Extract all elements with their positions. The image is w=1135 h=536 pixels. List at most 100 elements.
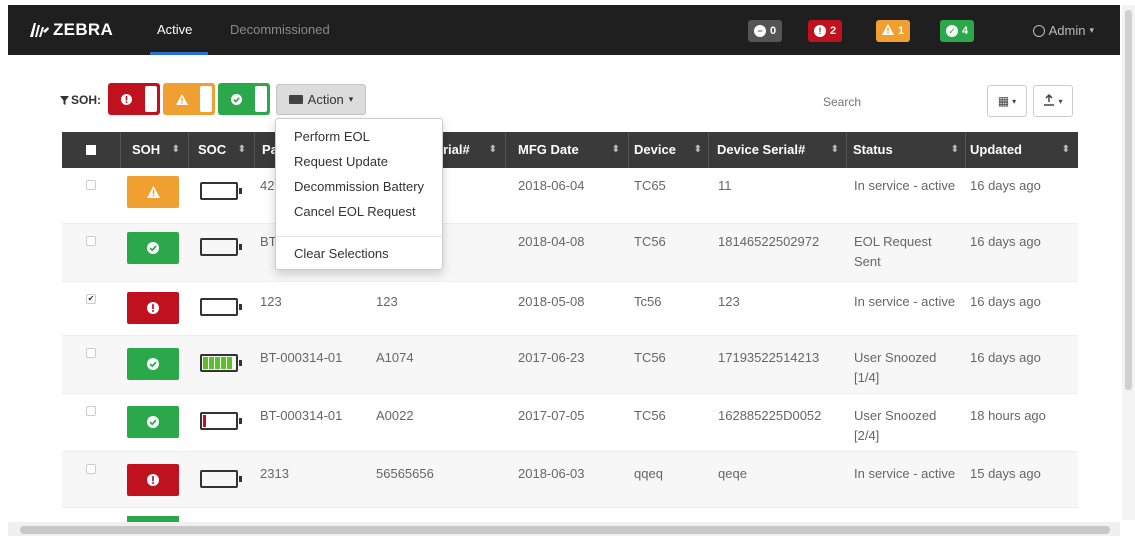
brand-logo[interactable]: ZEBRA [28,20,113,40]
badge-unknown[interactable]: − 0 [748,20,783,42]
updated: 18 hours ago [970,408,1046,423]
header-serial[interactable]: rial# ⬍ [443,132,505,168]
row-checkbox-checked[interactable]: ✔ [86,294,96,304]
header-soc[interactable]: SOC ⬍ [198,132,254,168]
check-circle-icon: ✓ [946,25,958,37]
battery-serial: A0022 [376,408,414,423]
header-device[interactable]: Device ⬍ [634,132,710,168]
device: qqeq [634,466,663,481]
battery-segment [215,357,220,369]
badge-count: 1 [898,25,905,37]
active-tab-indicator [150,52,208,55]
scrollbar-thumb[interactable] [1125,10,1132,390]
table-row[interactable]: BT 2018-04-08 TC56 18146522502972 EOL Re… [62,224,1078,282]
header-updated[interactable]: Updated ⬍ [970,132,1078,168]
sort-icon: ⬍ [171,144,180,155]
updated: 16 days ago [970,294,1041,309]
check-circle-icon [147,358,159,370]
soc-battery-empty [200,298,242,316]
top-navbar: ZEBRA Active Decommissioned − 0 ! 2 1 ✓ … [8,5,1120,55]
soh-filter-warning-toggle[interactable] [163,83,215,115]
updated: 16 days ago [970,234,1041,249]
soh-good-indicator [127,406,179,438]
soh-filter-bad-toggle[interactable] [108,83,160,115]
soc-battery-low [200,412,242,430]
menu-divider [276,236,442,237]
search-input[interactable] [815,87,983,117]
check-circle-icon [218,93,255,105]
table-row[interactable]: ✔ 123 123 2018-05-08 Tc56 123 In service… [62,282,1078,336]
horizontal-scrollbar[interactable] [8,522,1120,536]
badge-good[interactable]: ✓ 4 [940,20,975,42]
part-number: 123 [260,294,282,309]
header-soh[interactable]: SOH ⬍ [132,132,188,168]
row-checkbox[interactable] [86,236,96,246]
table-row[interactable]: 42 2018-06-04 TC65 11 In service - activ… [62,168,1078,224]
exclamation-circle-icon: ! [814,25,826,37]
battery-serial: 56565656 [376,466,434,481]
toggle-knob [255,86,267,112]
row-checkbox[interactable] [86,348,96,358]
action-dropdown-menu: Perform EOL Request Update Decommission … [275,118,443,270]
table-row[interactable]: BT-000314-01 A1074 2017-06-23 TC56 17193… [62,336,1078,394]
table-row[interactable]: BT-000314-01 A0022 2017-07-05 TC56 16288… [62,394,1078,452]
user-label: Admin [1048,23,1086,38]
device: TC65 [634,178,666,193]
soh-bad-indicator [127,292,179,324]
device: TC56 [634,408,666,423]
device-serial: 11 [718,178,732,193]
tab-decommissioned[interactable]: Decommissioned [230,22,330,37]
row-checkbox[interactable] [86,180,96,190]
scrollbar-thumb[interactable] [20,526,1110,534]
action-dropdown-button[interactable]: Action ▾ [276,84,366,115]
caret-down-icon: ▾ [1089,25,1094,35]
zebra-head-icon [30,23,49,37]
menu-item-decommission-battery[interactable]: Decommission Battery [294,179,424,194]
grid-icon: ▦ [997,94,1010,108]
columns-toggle-button[interactable]: ▦ ▾ [987,85,1027,117]
menu-item-clear-selections[interactable]: Clear Selections [294,246,389,261]
updated: 15 days ago [970,466,1041,481]
tab-active[interactable]: Active [157,22,192,37]
badge-warning[interactable]: 1 [876,20,911,42]
mfg-date: 2018-06-04 [518,178,585,193]
exclamation-circle-icon [108,93,145,105]
menu-item-request-update[interactable]: Request Update [294,154,388,169]
mfg-date: 2017-06-23 [518,350,585,365]
status: User Snoozed [1/4] [854,350,937,385]
device-serial: qeqe [718,466,747,481]
sort-icon: ⬍ [488,144,497,155]
check-circle-icon [147,242,159,254]
header-status[interactable]: Status ⬍ [853,132,967,168]
caret-down-icon: ▾ [1058,96,1063,106]
part-number: BT-000314-01 [260,350,343,365]
export-button[interactable]: ▾ [1033,85,1073,117]
menu-item-cancel-eol[interactable]: Cancel EOL Request [294,204,416,219]
badge-count: 2 [830,25,837,37]
sort-icon: ⬍ [950,144,959,155]
row-checkbox[interactable] [86,464,96,474]
device-serial: 17193522514213 [718,350,820,365]
device-serial: 162885225D0052 [718,408,822,423]
warning-triangle-icon [146,186,160,198]
mfg-date: 2018-04-08 [518,234,585,249]
battery-segment [221,357,226,369]
user-menu[interactable]: Admin ▾ [1032,23,1094,38]
part-number: 2313 [260,466,289,481]
vertical-scrollbar[interactable] [1122,5,1135,520]
menu-item-perform-eol[interactable]: Perform EOL [294,129,370,144]
soh-filter-good-toggle[interactable] [218,83,270,115]
sort-icon: ⬍ [237,144,246,155]
table-row[interactable]: 2313 56565656 2018-06-03 qqeq qeqe In se… [62,452,1078,508]
sort-icon: ⬍ [830,144,839,155]
user-circle-icon [1032,24,1045,37]
header-device-serial[interactable]: Device Serial# ⬍ [717,132,847,168]
soc-battery-full [200,354,242,372]
badge-bad[interactable]: ! 2 [808,20,843,42]
header-mfg-date[interactable]: MFG Date ⬍ [518,132,628,168]
sort-icon: ⬍ [693,144,702,155]
select-all-checkbox[interactable] [86,145,96,155]
row-checkbox[interactable] [86,406,96,416]
device-serial: 18146522502972 [718,234,820,249]
soh-filter-label: SOH: [60,93,101,107]
